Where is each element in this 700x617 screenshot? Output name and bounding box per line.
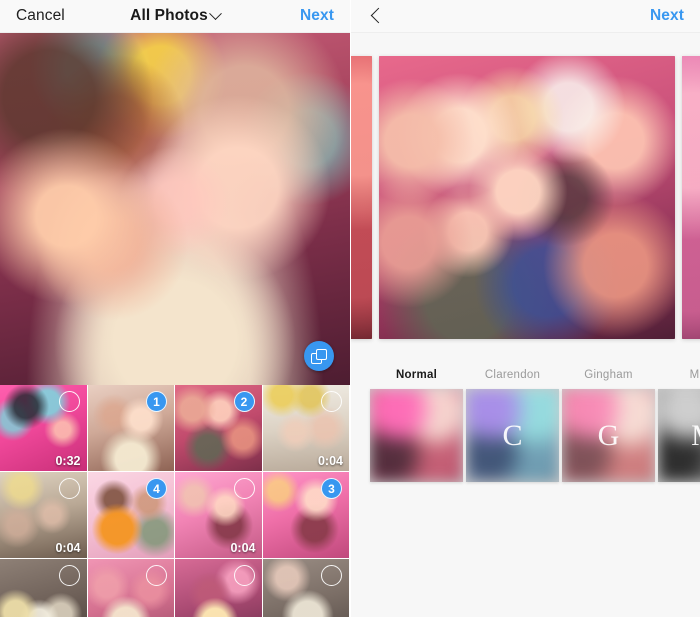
filter-thumbnail[interactable]: [370, 389, 463, 482]
filter-strip: Normal Clarendon C Gingham G Moon M: [350, 360, 700, 482]
filter-editor-panel: Next Normal Clarendon C Gingham G Moon M: [350, 0, 700, 617]
selection-badge-empty[interactable]: [321, 565, 342, 586]
selection-badge-selected[interactable]: 4: [146, 478, 167, 499]
photo-thumbnail[interactable]: [262, 559, 350, 617]
video-duration-label: 0:32: [55, 454, 81, 468]
photo-grid: 0:32 1 2 0:04 0:04 4 0:04 3: [0, 385, 350, 617]
filter-letter-overlay: C: [502, 418, 523, 452]
app-root: Cancel All Photos Next 0:32 1 2 0:04 0:04 4 0:…: [0, 0, 700, 617]
photo-thumbnail[interactable]: 0:04: [262, 385, 350, 472]
next-button[interactable]: Next: [300, 7, 334, 25]
selection-badge-empty[interactable]: [58, 478, 80, 499]
hero-photo-image: [0, 33, 350, 385]
carousel-slide-current[interactable]: [379, 56, 675, 339]
selection-badge-empty[interactable]: [233, 478, 255, 499]
carousel-slide-image: [350, 56, 372, 339]
album-title[interactable]: All Photos: [130, 7, 208, 25]
multi-select-button[interactable]: [304, 341, 334, 371]
editor-navbar: Next: [350, 0, 700, 33]
selection-badge-empty[interactable]: [58, 565, 80, 586]
photo-thumbnail[interactable]: 1: [87, 385, 175, 472]
panel-divider: [350, 0, 351, 617]
video-duration-label: 0:04: [55, 541, 81, 555]
photo-thumbnail[interactable]: [175, 559, 263, 617]
filter-option[interactable]: Gingham G: [562, 369, 655, 482]
photo-thumbnail[interactable]: [0, 559, 88, 617]
photo-thumbnail[interactable]: 0:32: [0, 385, 88, 472]
filter-list[interactable]: Normal Clarendon C Gingham G Moon M: [350, 369, 700, 482]
carousel-track[interactable]: [350, 56, 700, 339]
filter-letter-overlay: G: [597, 418, 620, 452]
photo-thumbnail[interactable]: [87, 559, 175, 617]
next-button[interactable]: Next: [650, 7, 684, 25]
carousel-slide-image: [379, 56, 675, 339]
selection-badge-empty[interactable]: [58, 391, 80, 412]
photo-thumbnail[interactable]: 4: [87, 472, 175, 559]
selection-badge-empty[interactable]: [146, 565, 167, 586]
carousel-slide-previous[interactable]: [350, 56, 372, 339]
filter-label: Normal: [395, 369, 438, 381]
selection-badge-empty[interactable]: [233, 565, 255, 586]
filter-thumbnail[interactable]: G: [562, 389, 655, 482]
filter-option[interactable]: Normal: [370, 369, 463, 482]
filter-option[interactable]: Moon M: [658, 369, 700, 482]
carousel-slide-next[interactable]: [682, 56, 700, 339]
chevron-left-icon[interactable]: [366, 5, 388, 27]
layers-icon: [311, 348, 327, 364]
selection-badge-selected[interactable]: 1: [146, 391, 167, 412]
selection-badge-empty[interactable]: [321, 391, 342, 412]
cancel-button[interactable]: Cancel: [16, 7, 65, 25]
picker-navbar: Cancel All Photos Next: [0, 0, 350, 33]
video-duration-label: 0:04: [230, 541, 256, 555]
chevron-down-icon[interactable]: [208, 6, 222, 20]
photo-thumbnail[interactable]: 0:04: [175, 472, 263, 559]
filter-thumbnail[interactable]: C: [466, 389, 559, 482]
filter-label: Moon: [689, 369, 700, 381]
photo-thumbnail[interactable]: 3: [262, 472, 350, 559]
photo-thumbnail[interactable]: 2: [175, 385, 263, 472]
filter-label: Clarendon: [484, 369, 541, 381]
filter-label: Gingham: [584, 369, 633, 381]
selection-badge-selected[interactable]: 3: [321, 478, 342, 499]
photo-thumbnail[interactable]: 0:04: [0, 472, 88, 559]
carousel-slide-image: [682, 56, 700, 339]
photo-carousel[interactable]: [350, 33, 700, 360]
video-duration-label: 0:04: [317, 454, 343, 468]
selection-badge-selected[interactable]: 2: [233, 391, 255, 412]
filter-thumbnail[interactable]: M: [658, 389, 700, 482]
filter-letter-overlay: M: [658, 389, 700, 482]
filter-thumbnail-image: [370, 389, 463, 482]
hero-photo-preview[interactable]: [0, 33, 350, 385]
photo-picker-panel: Cancel All Photos Next 0:32 1 2 0:04 0:04 4 0:…: [0, 0, 350, 617]
filter-option[interactable]: Clarendon C: [466, 369, 559, 482]
